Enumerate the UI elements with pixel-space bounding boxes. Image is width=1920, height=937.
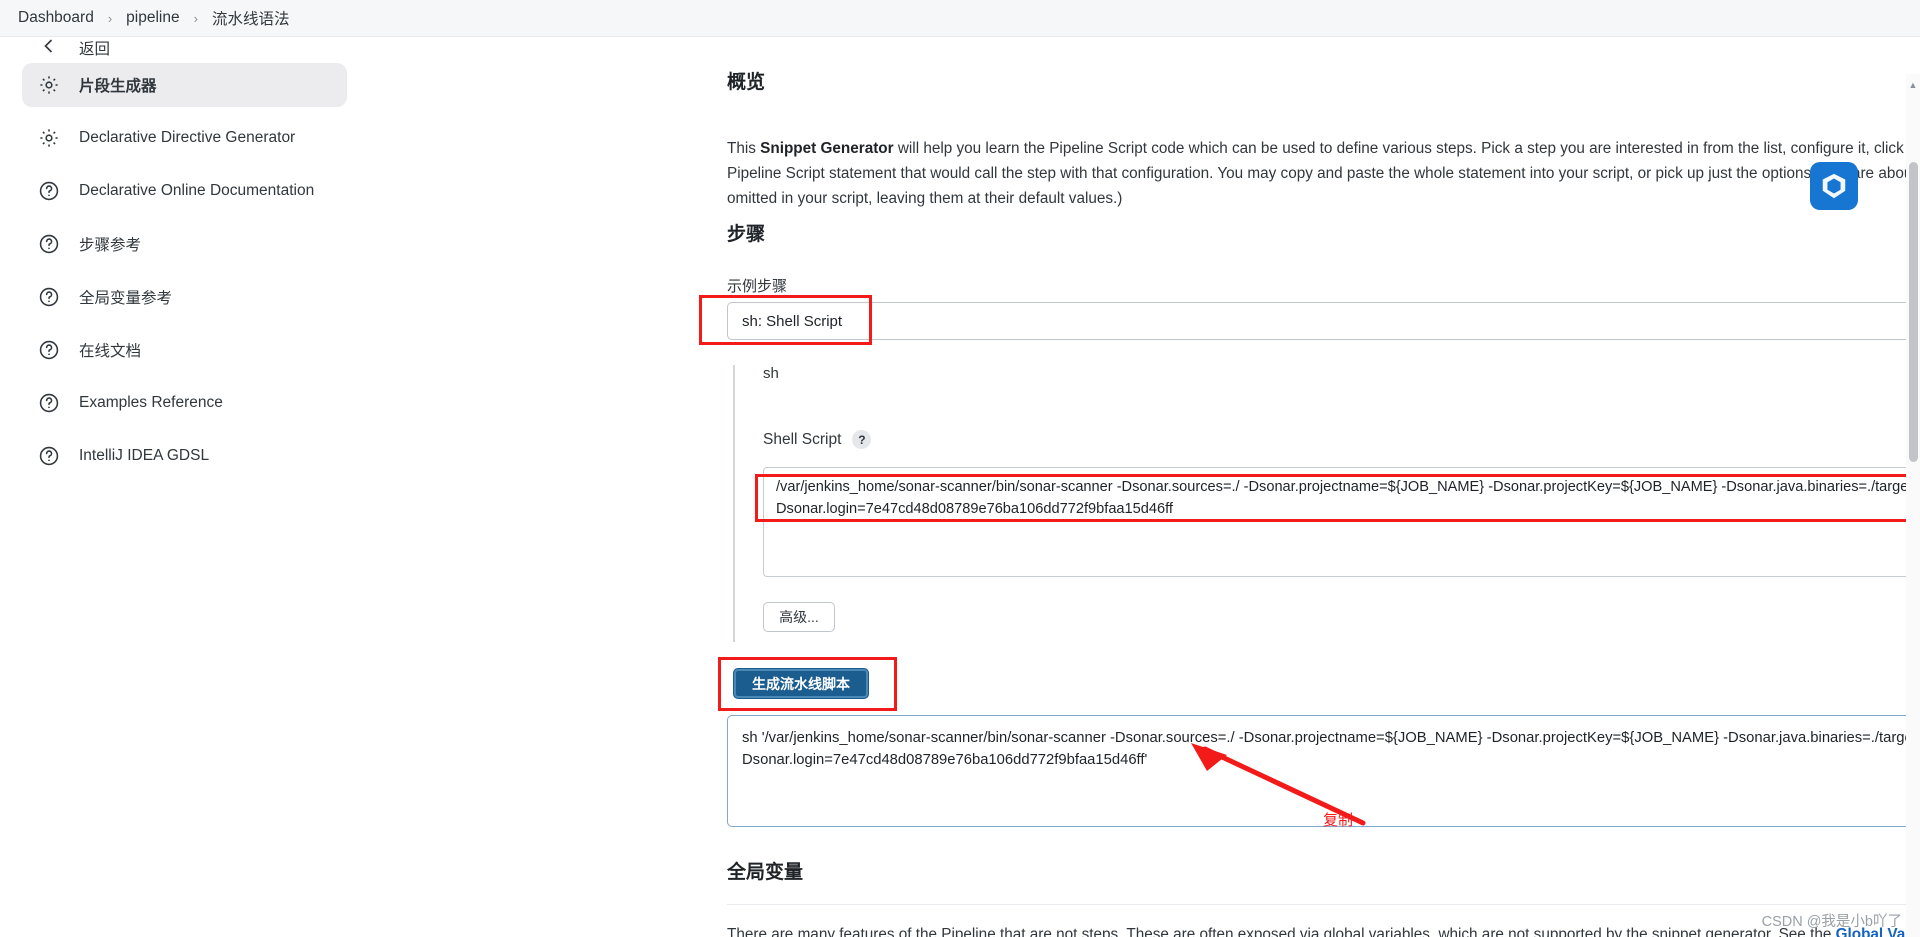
gear-icon [36, 72, 62, 98]
global-variables-paragraph: There are many features of the Pipeline … [727, 926, 1920, 937]
sidebar-item-label: Examples Reference [79, 394, 223, 411]
overview-text-1: This [727, 140, 761, 158]
sidebar-item-snippet-generator[interactable]: 片段生成器 [22, 63, 347, 107]
sidebar-item-declarative-directive-generator[interactable]: Declarative Directive Generator [22, 116, 347, 160]
global-variables-heading: 全局变量 [727, 862, 804, 883]
sidebar-item-label: Declarative Online Documentation [79, 182, 315, 199]
sidebar-item-label: 片段生成器 [79, 78, 157, 95]
scrollbar-thumb[interactable] [1909, 162, 1918, 462]
breadcrumb-separator-icon: › [193, 10, 198, 26]
shell-script-field-label-row: Shell Script ? [763, 430, 1920, 449]
sample-step-label: 示例步骤 [727, 278, 788, 295]
sidebar-item-declarative-online-documentation[interactable]: Declarative Online Documentation [22, 169, 347, 213]
help-icon[interactable]: ? [852, 430, 872, 449]
annotation-copy-label: 复制 [1323, 812, 1354, 829]
step-name-label: sh [763, 365, 779, 382]
sidebar-item-examples-reference[interactable]: Examples Reference [22, 381, 347, 425]
shell-script-input[interactable]: /var/jenkins_home/sonar-scanner/bin/sona… [763, 467, 1920, 577]
sidebar-item-global-variable-reference[interactable]: 全局变量参考 [22, 275, 347, 319]
sidebar-item-label: 全局变量参考 [79, 290, 173, 307]
gear-icon [36, 125, 62, 151]
advanced-button[interactable]: 高级... [763, 602, 835, 632]
help-icon [36, 178, 62, 204]
sidebar-item-label: 返回 [79, 41, 111, 58]
breadcrumb-item-dashboard[interactable]: Dashboard [18, 9, 94, 27]
sample-step-select[interactable]: sh: Shell Script [727, 302, 1920, 340]
sample-step-select-wrapper: sh: Shell Script [727, 302, 1920, 340]
sidebar-item-back[interactable]: 返回 [22, 37, 347, 59]
breadcrumb: Dashboard › pipeline › 流水线语法 [0, 0, 1920, 37]
help-icon [36, 390, 62, 416]
steps-heading: 步骤 [727, 224, 766, 245]
overview-paragraph: This Snippet Generator will help you lea… [727, 137, 1920, 211]
help-icon [36, 231, 62, 257]
plugin-badge-icon[interactable] [1810, 162, 1858, 210]
breadcrumb-separator-icon: › [107, 10, 113, 26]
overview-bold-snippet-generator: Snippet Generator [760, 140, 894, 158]
sidebar-item-label: Declarative Directive Generator [79, 129, 296, 146]
sidebar-item-intellij-idea-gdsl[interactable]: IntelliJ IDEA GDSL [22, 434, 347, 478]
help-icon [36, 337, 62, 363]
generate-pipeline-script-button[interactable]: 生成流水线脚本 [733, 668, 869, 699]
main-content: 概览 This Snippet Generator will help you … [355, 37, 1920, 937]
shell-script-label: Shell Script [763, 430, 842, 448]
gv-text-1: There are many features of the Pipeline … [727, 926, 1836, 937]
sidebar: 返回 片段生成器 Declarative Directive Generator [0, 37, 355, 937]
overview-text-2: will help you learn the Pipeline Script … [893, 140, 1908, 158]
watermark: CSDN @我是小b吖了 [1761, 914, 1902, 930]
sidebar-item-label: 在线文档 [79, 343, 142, 360]
sidebar-item-online-documentation[interactable]: 在线文档 [22, 328, 347, 372]
step-config-panel: sh Shell Script ? /var/jenkins_home/sona… [733, 365, 1920, 642]
overview-heading: 概览 [727, 72, 766, 93]
breadcrumb-item-pipeline-syntax[interactable]: 流水线语法 [212, 7, 290, 29]
breadcrumb-item-pipeline[interactable]: pipeline [126, 9, 179, 27]
help-icon [36, 284, 62, 310]
sidebar-item-label: IntelliJ IDEA GDSL [79, 447, 210, 464]
sidebar-item-step-reference[interactable]: 步骤参考 [22, 222, 347, 266]
sample-step-select-value: sh: Shell Script [742, 312, 843, 330]
sidebar-item-label: 步骤参考 [79, 237, 142, 254]
back-icon [36, 37, 62, 59]
scroll-up-icon[interactable]: ▲ [1907, 79, 1919, 91]
help-icon [36, 443, 62, 469]
vertical-scrollbar[interactable] [1906, 74, 1920, 937]
footer-divider [727, 904, 1920, 905]
